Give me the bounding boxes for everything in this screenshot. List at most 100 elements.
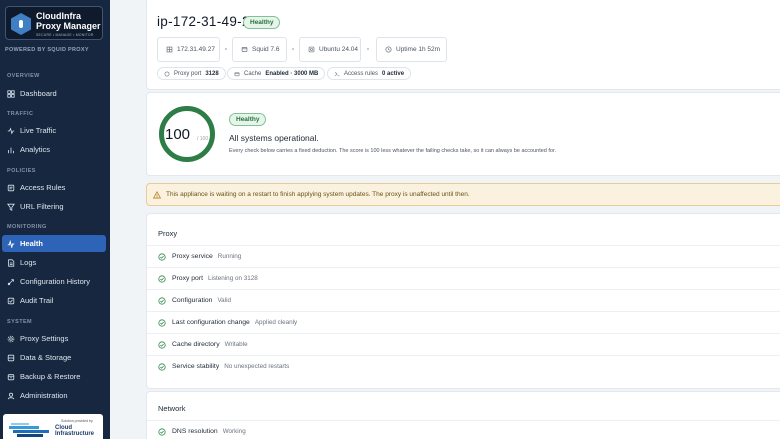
score-explanation: Every check below carries a fixed deduct… xyxy=(229,148,557,154)
network-icon xyxy=(166,46,173,53)
sidebar-item-label: Access Rules xyxy=(20,183,66,192)
check-circle-icon xyxy=(158,252,166,261)
sidebar-item-backup-restore[interactable]: Backup & Restore xyxy=(2,368,106,385)
partner-name: Cloud Infrastructure xyxy=(55,425,95,437)
group-title: Proxy xyxy=(158,229,178,238)
brand-tagline: SECURE • MANAGE • MONITOR xyxy=(36,33,94,37)
brand-name-line2: Proxy Manager xyxy=(36,21,101,31)
check-group-proxy: Proxy Proxy service Running Proxy port Lis… xyxy=(146,213,780,389)
sidebar-item-dashboard[interactable]: Dashboard xyxy=(2,85,106,102)
history-icon xyxy=(7,278,14,285)
sidebar-item-data-storage[interactable]: Data & Storage xyxy=(2,349,106,366)
audit-icon xyxy=(7,297,15,304)
check-circle-icon xyxy=(158,362,166,371)
sidebar-item-label: Administration xyxy=(20,391,68,400)
bar-chart-icon xyxy=(8,147,14,153)
sidebar-item-live-traffic[interactable]: Live Traffic xyxy=(2,122,106,139)
pill-cache: Cache Enabled · 3000 MB xyxy=(227,67,326,80)
document-icon xyxy=(8,258,15,267)
grid-icon xyxy=(7,89,15,98)
check-row: Configuration Valid xyxy=(147,289,780,311)
check-circle-icon xyxy=(158,318,166,327)
sidebar-item-label: Health xyxy=(20,239,43,248)
check-circle-icon xyxy=(158,274,166,283)
info-uptime: Uptime 1h 52m xyxy=(376,37,447,62)
sidebar-item-label: Data & Storage xyxy=(20,353,72,362)
sidebar-item-label: Logs xyxy=(20,258,37,267)
sidebar-item-url-filtering[interactable]: URL Filtering xyxy=(2,198,106,215)
partner-provided-by: Solution provided by xyxy=(61,419,93,423)
info-squid-version: Squid 7.6 xyxy=(232,37,287,62)
brand-logo[interactable]: CloudInfra Proxy Manager SECURE • MANAGE… xyxy=(5,6,103,40)
check-row: DNS resolution Working xyxy=(147,420,780,439)
sidebar-item-proxy-settings[interactable]: Proxy Settings xyxy=(2,330,106,347)
check-row: Service stability No unexpected restarts xyxy=(147,355,780,377)
section-label-system: SYSTEM xyxy=(7,319,33,325)
check-row: Proxy service Running xyxy=(147,245,780,267)
server-icon xyxy=(241,47,248,52)
sidebar-item-health[interactable]: Health xyxy=(2,235,106,252)
pill-proxy-port: Proxy port 3128 xyxy=(157,67,226,80)
section-label-policies: POLICIES xyxy=(7,168,36,174)
check-circle-icon xyxy=(158,427,166,436)
section-label-overview: OVERVIEW xyxy=(7,73,40,79)
appliance-header-card: ip-172-31-49-27 Healthy 172.31.49.27 Squ… xyxy=(146,0,780,90)
gear-icon xyxy=(7,335,15,342)
backup-icon xyxy=(7,373,15,380)
health-score-card: 100 / 100 Healthy All systems operationa… xyxy=(146,92,780,176)
rules-icon xyxy=(334,71,340,76)
powered-by-label: POWERED BY SQUID PROXY xyxy=(5,47,89,53)
shield-icon xyxy=(11,13,31,35)
sidebar-item-label: Proxy Settings xyxy=(20,334,69,343)
sidebar-item-label: URL Filtering xyxy=(20,202,64,211)
cache-icon xyxy=(234,71,240,76)
sidebar-item-administration[interactable]: Administration xyxy=(2,387,106,404)
sidebar-item-configuration-history[interactable]: Configuration History xyxy=(2,273,106,290)
sidebar-item-label: Dashboard xyxy=(20,89,57,98)
info-os-version: Ubuntu 24.04 xyxy=(299,37,361,62)
pill-access-rules: Access rules 0 active xyxy=(327,67,412,80)
sidebar-item-access-rules[interactable]: Access Rules xyxy=(2,179,106,196)
brand-name-line1: CloudInfra xyxy=(36,11,81,21)
activity-icon xyxy=(7,126,15,135)
score-status-badge: Healthy xyxy=(229,113,267,126)
rules-icon xyxy=(7,184,15,191)
sidebar-item-label: Audit Trail xyxy=(20,296,54,305)
os-icon xyxy=(308,46,315,53)
status-badge: Healthy xyxy=(243,16,281,29)
section-label-traffic: TRAFFIC xyxy=(7,111,34,117)
restart-pending-alert: This appliance is waiting on a restart t… xyxy=(146,183,780,206)
check-row: Cache directory Writable xyxy=(147,333,780,355)
health-score-max: / 100 xyxy=(197,136,209,142)
filter-icon xyxy=(7,203,15,211)
check-circle-icon xyxy=(158,296,166,305)
sidebar: CloudInfra Proxy Manager SECURE • MANAGE… xyxy=(0,0,110,439)
alert-text: This appliance is waiting on a restart t… xyxy=(166,191,470,198)
main-content: ip-172-31-49-27 Healthy 172.31.49.27 Squ… xyxy=(110,0,780,439)
cloud-swoosh-icon xyxy=(9,423,49,437)
score-summary: All systems operational. xyxy=(229,133,319,143)
group-title: Network xyxy=(158,404,186,413)
sidebar-item-label: Configuration History xyxy=(20,277,91,286)
warning-icon xyxy=(153,190,161,198)
sidebar-item-label: Live Traffic xyxy=(20,126,57,135)
info-ip-address: 172.31.49.27 xyxy=(157,37,220,62)
partner-logo: Solution provided by Cloud Infrastructure xyxy=(3,414,103,439)
health-score-value: 100 xyxy=(165,126,191,143)
sidebar-item-analytics[interactable]: Analytics xyxy=(2,141,106,158)
separator-dot xyxy=(225,48,227,50)
check-row: Last configuration change Applied cleanly xyxy=(147,311,780,333)
sidebar-item-audit-trail[interactable]: Audit Trail xyxy=(2,292,106,309)
sidebar-item-label: Backup & Restore xyxy=(20,372,81,381)
database-icon xyxy=(7,354,15,361)
user-icon xyxy=(7,392,15,399)
separator-dot xyxy=(292,48,294,50)
check-group-network: Network DNS resolution Working xyxy=(146,391,780,439)
section-label-monitoring: MONITORING xyxy=(7,224,47,230)
clock-icon xyxy=(385,46,392,53)
sidebar-item-label: Analytics xyxy=(20,145,51,154)
sidebar-item-logs[interactable]: Logs xyxy=(2,254,106,271)
pulse-icon xyxy=(7,239,15,248)
port-icon xyxy=(164,71,170,76)
check-row: Proxy port Listening on 3128 xyxy=(147,267,780,289)
